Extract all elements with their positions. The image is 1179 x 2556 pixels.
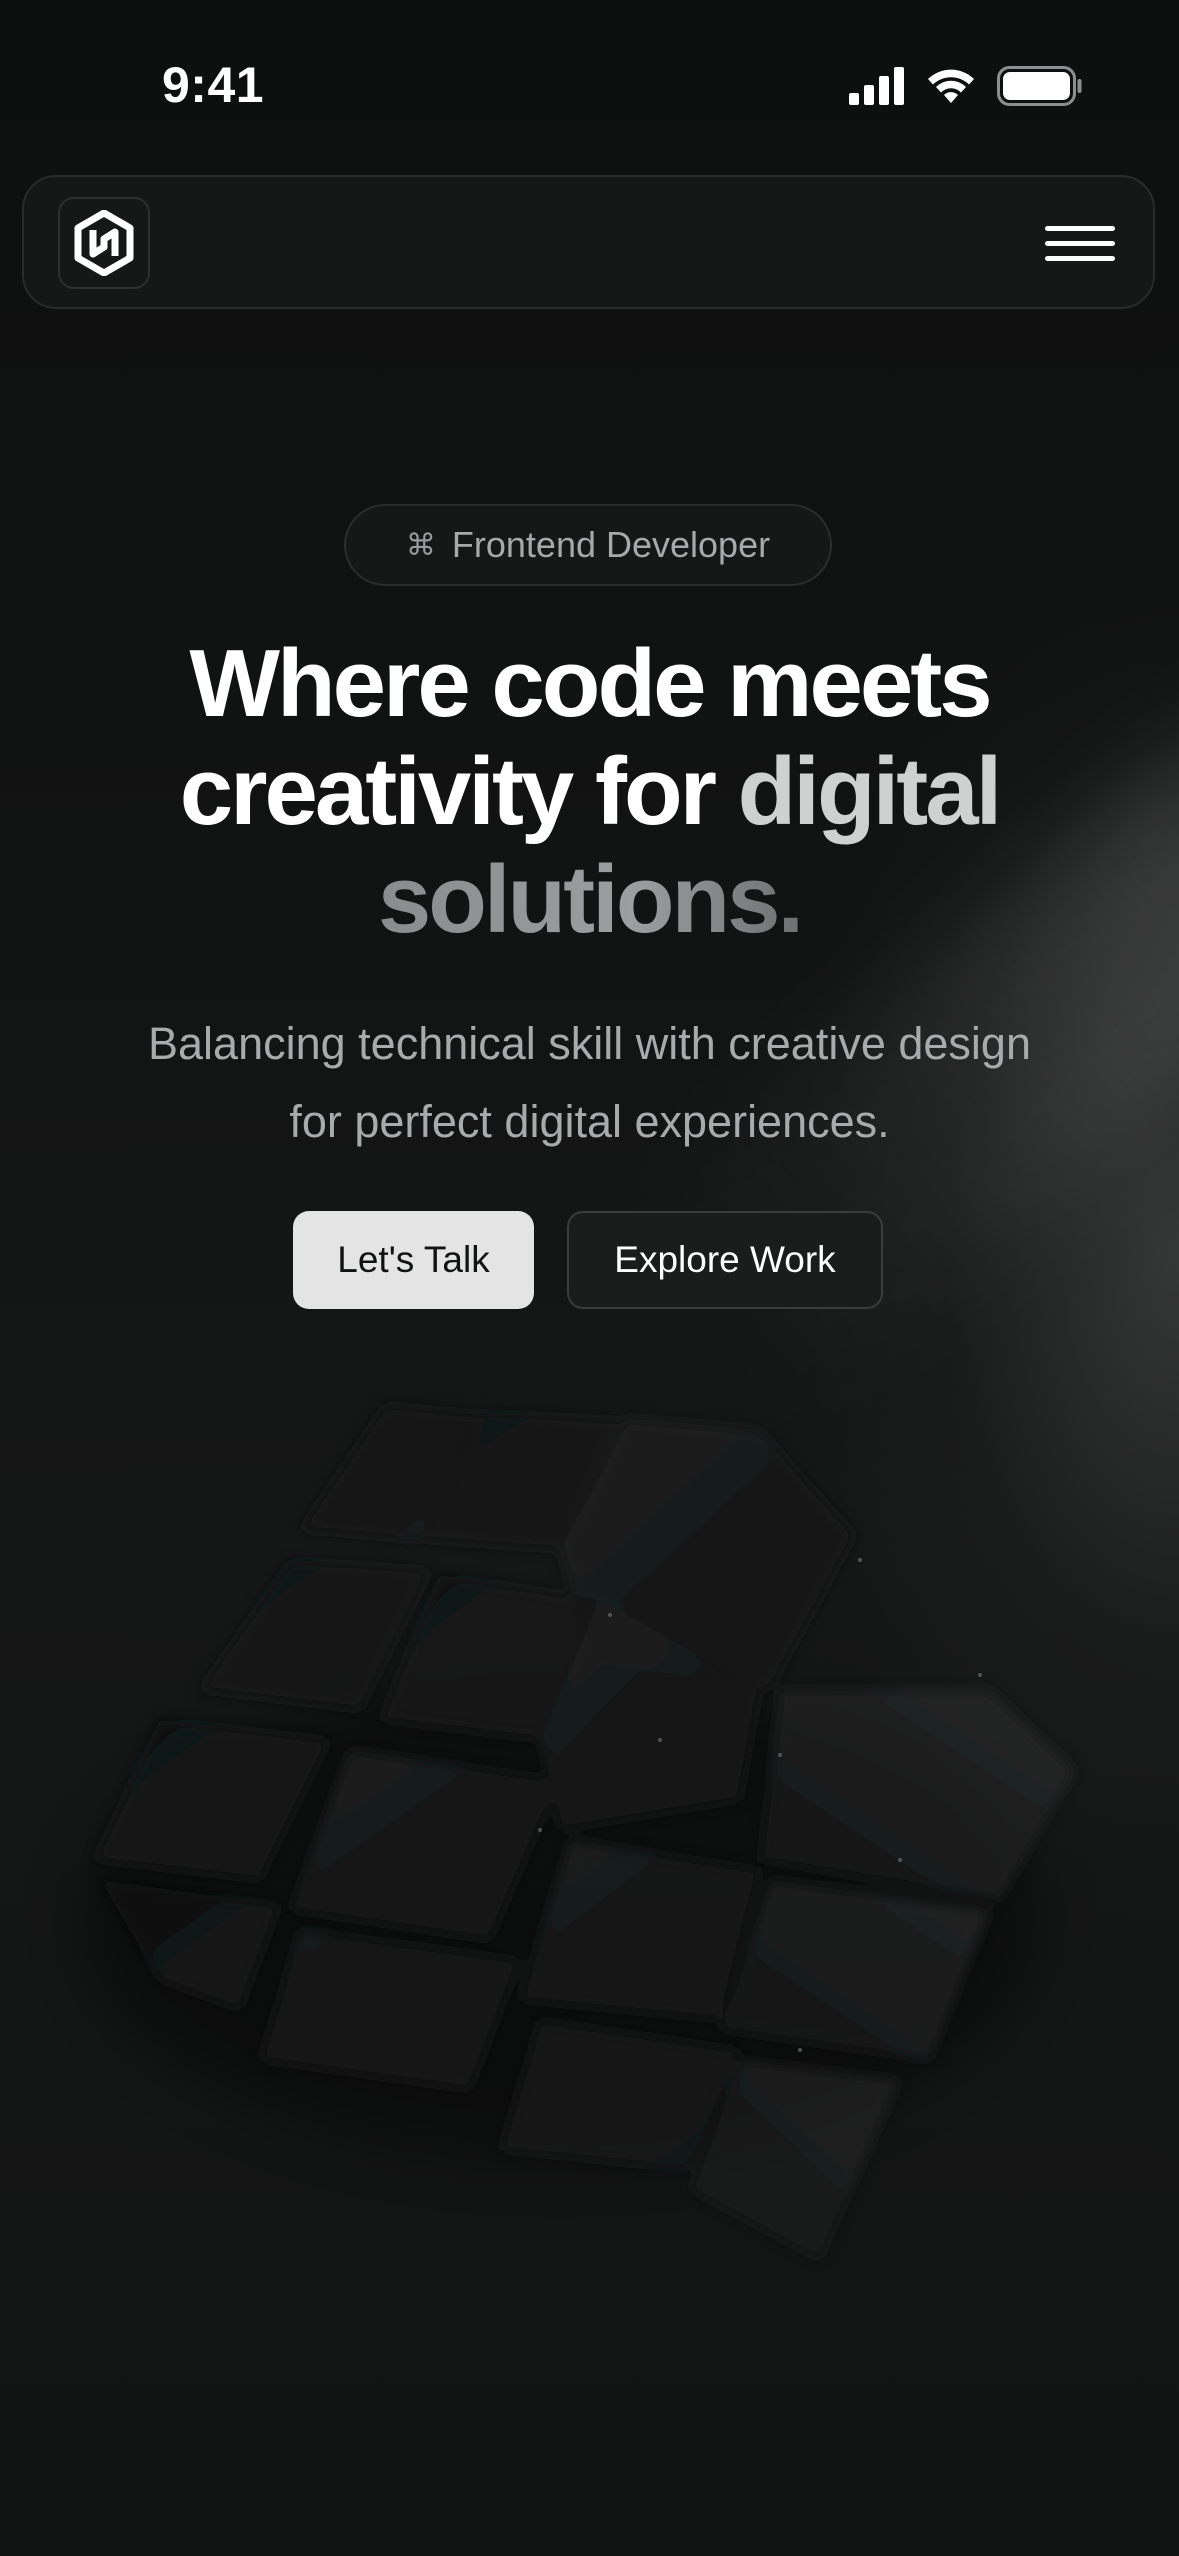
status-time: 9:41 [162,57,265,113]
lets-talk-button[interactable]: Let's Talk [293,1211,534,1309]
headline-line-2-white: creativity for [179,738,738,845]
hero-headline: Where code meets creativity for digital … [60,630,1119,954]
subtitle-line-1: Balancing technical skill with creative … [148,1018,1031,1069]
cellular-signal-icon [849,67,904,105]
command-icon: ⌘ [405,527,436,563]
top-navbar [22,175,1155,309]
logo-button[interactable] [58,197,150,289]
battery-icon [997,66,1082,106]
menu-line [1045,225,1115,231]
hero-3d-tiles-illustration [80,1405,1075,2260]
headline-line-2-gray: digital [737,738,1003,845]
headline-line-1: Where code meets [189,630,992,737]
hamburger-menu-icon[interactable] [1045,217,1115,269]
role-badge: ⌘ Frontend Developer [344,504,832,586]
role-badge-label: Frontend Developer [451,524,771,565]
headline-line-3: solutions. [377,846,804,953]
hero-subtitle: Balancing technical skill with creative … [90,1005,1089,1161]
wifi-icon [928,69,974,103]
menu-line [1045,240,1115,246]
subtitle-line-2: for perfect digital experiences. [289,1096,890,1147]
status-icons [849,66,1083,106]
status-bar: 9:41 [0,0,1179,170]
hexagon-logo-icon [74,210,134,276]
menu-line [1045,255,1115,261]
explore-work-button[interactable]: Explore Work [567,1211,883,1309]
